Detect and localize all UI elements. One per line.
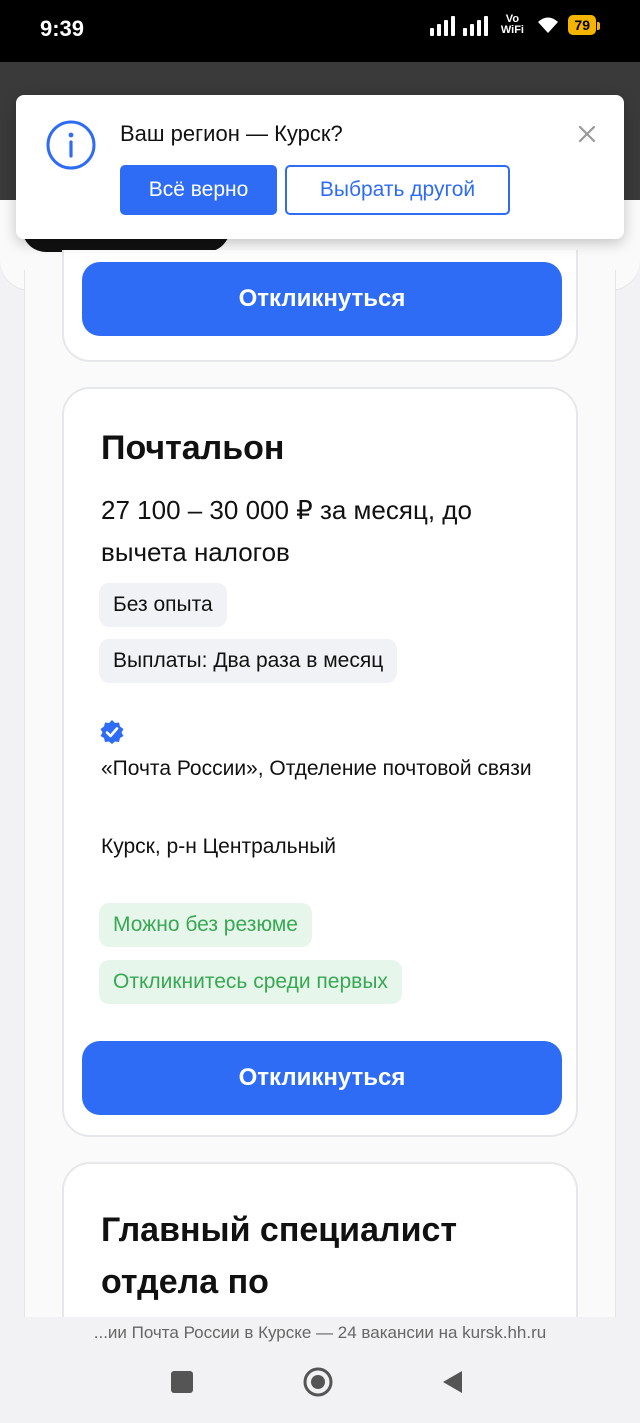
vacancy-card-previous: Откликнуться [62, 250, 578, 362]
company-name[interactable]: «Почта России», Отделение почтовой связи [101, 753, 561, 785]
experience-tag: Без опыта [99, 583, 227, 627]
back-icon[interactable] [440, 1369, 464, 1395]
signal-icon [463, 14, 489, 36]
region-popup: Ваш регион — Курск? Всё верно Выбрать др… [16, 95, 624, 239]
job-title[interactable]: Главный специалист отдела по [101, 1204, 551, 1308]
location: Курск, р-н Центральный [101, 835, 337, 858]
browser-page-title: ...ии Почта России в Курске — 24 ваканси… [0, 1317, 640, 1349]
salary: 27 100 – 30 000 ₽ за месяц, до вычета на… [101, 495, 472, 567]
battery-indicator: 79 [568, 15, 600, 35]
apply-button[interactable]: Откликнуться [82, 262, 562, 336]
apply-button[interactable]: Откликнуться [82, 1041, 562, 1115]
no-resume-badge: Можно без резюме [99, 903, 312, 947]
payment-tag: Выплаты: Два раза в месяц [99, 639, 398, 683]
wifi-icon [538, 17, 559, 33]
signal-icon [430, 14, 456, 36]
close-icon[interactable] [576, 123, 598, 145]
home-icon[interactable] [302, 1366, 334, 1398]
vowifi-label: Vo WiFi [500, 13, 524, 36]
info-icon [46, 120, 96, 170]
job-title[interactable]: Почтальон [101, 429, 284, 468]
status-time: 9:39 [40, 16, 85, 41]
status-bar: 9:39 Vo WiFi 79 [0, 0, 640, 62]
region-question: Ваш регион — Курск? [120, 121, 343, 146]
recent-apps-icon[interactable] [171, 1371, 193, 1393]
verified-icon [100, 720, 124, 744]
confirm-region-button[interactable]: Всё верно [120, 165, 277, 215]
navigation-bar [0, 1349, 640, 1423]
choose-other-region-button[interactable]: Выбрать другой [285, 165, 510, 215]
status-icons: Vo WiFi 79 [430, 13, 600, 36]
vacancy-card[interactable]: Почтальон 27 100 – 30 000 ₽ за месяц, до… [62, 387, 578, 1137]
respond-first-badge: Откликнитесь среди первых [99, 960, 402, 1004]
